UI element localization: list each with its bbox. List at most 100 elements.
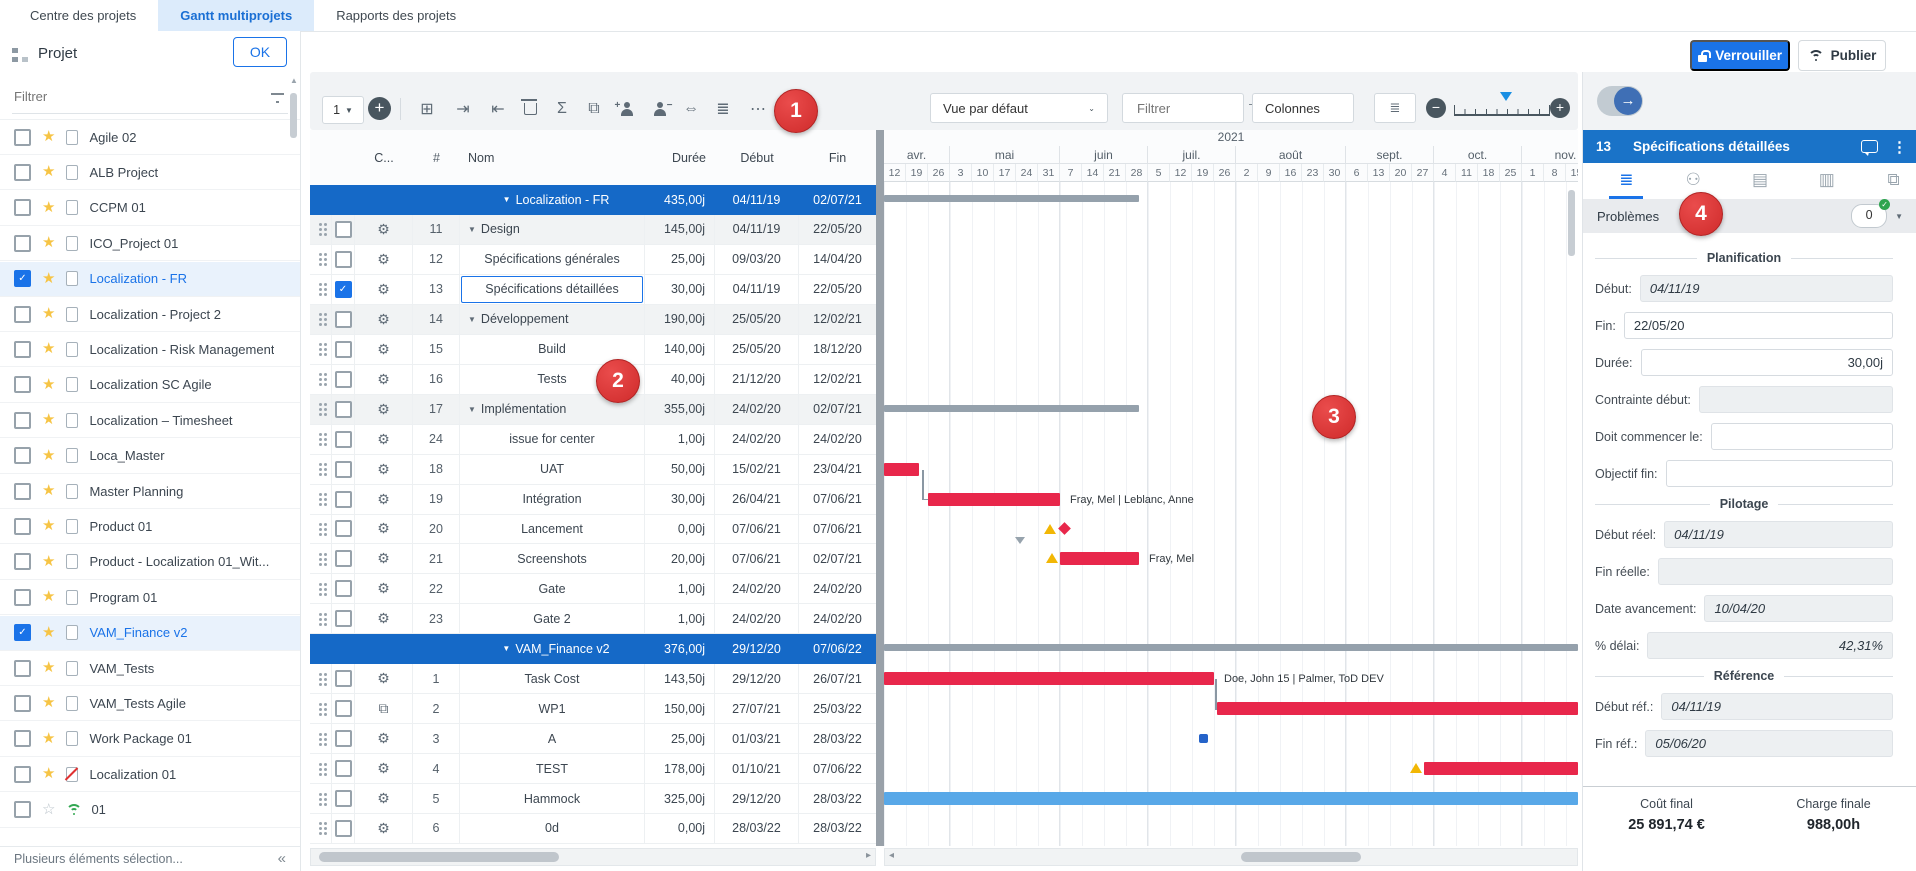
project-checkbox[interactable] [14,766,31,783]
drag-handle[interactable] [310,664,332,693]
panel-tab-card[interactable]: ▤ [1740,163,1780,199]
drag-handle[interactable] [310,814,332,843]
project-checkbox[interactable] [14,447,31,464]
table-row[interactable]: ⚙19Intégration30,00j26/04/2107/06/21 [310,485,876,515]
project-list-item[interactable]: ★Program 01 [0,580,300,615]
row-checkbox-cell[interactable] [332,664,355,693]
gear-icon[interactable]: ⚙ [377,401,390,418]
table-row[interactable]: ⚙11▼Design145,00j04/11/1922/05/20 [310,215,876,245]
star-icon[interactable]: ★ [42,590,55,604]
project-checkbox[interactable] [14,306,31,323]
collapse-arrow-icon[interactable]: ▼ [468,405,476,414]
star-icon[interactable]: ★ [42,626,55,640]
drag-handle[interactable] [310,485,332,514]
project-list-item[interactable]: ★Work Package 01 [0,722,300,757]
gear-icon[interactable]: ⚙ [377,371,390,388]
row-checkbox-cell[interactable] [332,185,355,214]
lock-button[interactable]: Verrouiller [1690,40,1790,71]
row-type-cell[interactable] [355,185,413,214]
column-header[interactable] [332,130,355,185]
field-input-délai[interactable] [1647,632,1893,659]
project-list-item[interactable]: ★Localization – Timesheet [0,403,300,438]
project-list-item[interactable]: ★Localization - Project 2 [0,297,300,332]
table-row[interactable]: ⚙12Spécifications générales25,00j09/03/2… [310,245,876,275]
task-name-cell[interactable]: Spécifications détaillées [460,275,645,304]
field-input-débutréf[interactable] [1661,693,1893,720]
drag-handle[interactable] [310,754,332,783]
project-checkbox[interactable] [14,730,31,747]
table-row[interactable]: ⚙23Gate 21,00j24/02/2024/02/20 [310,604,876,634]
task-name-cell[interactable]: A [460,724,645,753]
row-type-cell[interactable]: ⚙ [355,724,413,753]
table-row[interactable]: ⚙15Build140,00j25/05/2018/12/20 [310,335,876,365]
gantt-task-bar[interactable] [1060,552,1139,565]
table-row[interactable]: ▼VAM_Finance v2376,00j29/12/2007/06/22 [310,634,876,664]
row-type-cell[interactable]: ⚙ [355,664,413,693]
chevron-down-icon[interactable]: ▼ [1895,212,1903,221]
star-icon[interactable]: ★ [42,484,55,498]
indent-icon[interactable]: ⇥ [450,96,476,122]
gear-icon[interactable]: ⚙ [377,431,390,448]
table-row[interactable]: ⚙3A25,00j01/03/2128/03/22 [310,724,876,754]
drag-handle[interactable] [310,305,332,334]
task-name-cell[interactable]: 0d [460,814,645,843]
task-name-cell[interactable]: TEST [460,754,645,783]
gear-icon[interactable]: ⚙ [377,550,390,567]
add-task-icon[interactable]: + [368,97,391,120]
scroll-left-icon[interactable]: ◂ [889,850,894,861]
drag-handle[interactable] [310,784,332,813]
star-icon[interactable]: ★ [42,696,55,710]
panel-tab-details[interactable]: ≣ [1606,163,1646,199]
project-list-item[interactable]: ★Localization 01 [0,757,300,792]
row-type-cell[interactable]: ⚙ [355,275,413,304]
gear-icon[interactable]: ⚙ [377,730,390,747]
columns-button[interactable]: Colonnes [1252,93,1354,123]
row-type-cell[interactable]: ⚙ [355,544,413,573]
table-hscrollbar-thumb[interactable] [319,852,559,862]
table-row[interactable]: ⚙18UAT50,00j15/02/2123/04/21 [310,455,876,485]
outdent-icon[interactable]: ⇤ [485,96,511,122]
view-select[interactable]: Vue par défaut ⌄ [930,93,1108,123]
sum-icon[interactable]: Σ [549,96,575,122]
drag-handle[interactable] [310,215,332,244]
field-input-début[interactable] [1640,275,1893,302]
task-name-cell[interactable]: ▼Design [460,215,645,244]
project-checkbox[interactable] [14,129,31,146]
selected-task-name[interactable]: Spécifications détaillées [461,276,643,303]
row-height-button[interactable]: ≣ [1374,93,1416,123]
panel-tab-notes[interactable]: ▥ [1807,163,1847,199]
field-input-objectiffin[interactable] [1666,460,1893,487]
row-checkbox-cell[interactable] [332,335,355,364]
gantt-hammock-bar[interactable] [884,792,1578,805]
row-checkbox-cell[interactable] [332,365,355,394]
row-checkbox[interactable] [335,670,352,687]
row-checkbox[interactable] [335,401,352,418]
gear-icon[interactable]: ⚙ [377,251,390,268]
gear-icon[interactable]: ⚙ [377,520,390,537]
star-icon[interactable]: ★ [42,236,55,250]
table-gantt-divider[interactable] [876,130,884,846]
row-checkbox[interactable] [335,610,352,627]
row-checkbox[interactable] [335,491,352,508]
gear-icon[interactable]: ⚙ [377,580,390,597]
project-list-item[interactable]: ★Master Planning [0,474,300,509]
outline-level-select[interactable]: 1 ▼ [322,96,364,124]
table-row[interactable]: ⚙4TEST178,00j01/10/2107/06/22 [310,754,876,784]
star-icon[interactable]: ★ [42,201,55,215]
gear-icon[interactable]: ⚙ [377,820,390,837]
gantt-task-bar[interactable] [1217,702,1578,715]
column-header[interactable]: Durée [645,130,715,185]
table-hscrollbar[interactable]: ▸ [310,848,876,866]
row-checkbox-cell[interactable] [332,574,355,603]
table-row[interactable]: ⚙60d0,00j28/03/2228/03/22 [310,814,876,844]
drag-handle[interactable] [310,694,332,723]
gantt-task-bar[interactable] [1424,762,1578,775]
gantt-vscrollbar-thumb[interactable] [1568,190,1575,256]
row-type-cell[interactable]: ⚙ [355,245,413,274]
row-checkbox[interactable] [335,700,352,717]
drag-handle[interactable] [310,425,332,454]
panel-collapse-toggle[interactable]: → [1597,86,1643,116]
row-checkbox-cell[interactable] [332,245,355,274]
star-icon[interactable]: ★ [42,767,55,781]
project-checkbox[interactable] [14,376,31,393]
